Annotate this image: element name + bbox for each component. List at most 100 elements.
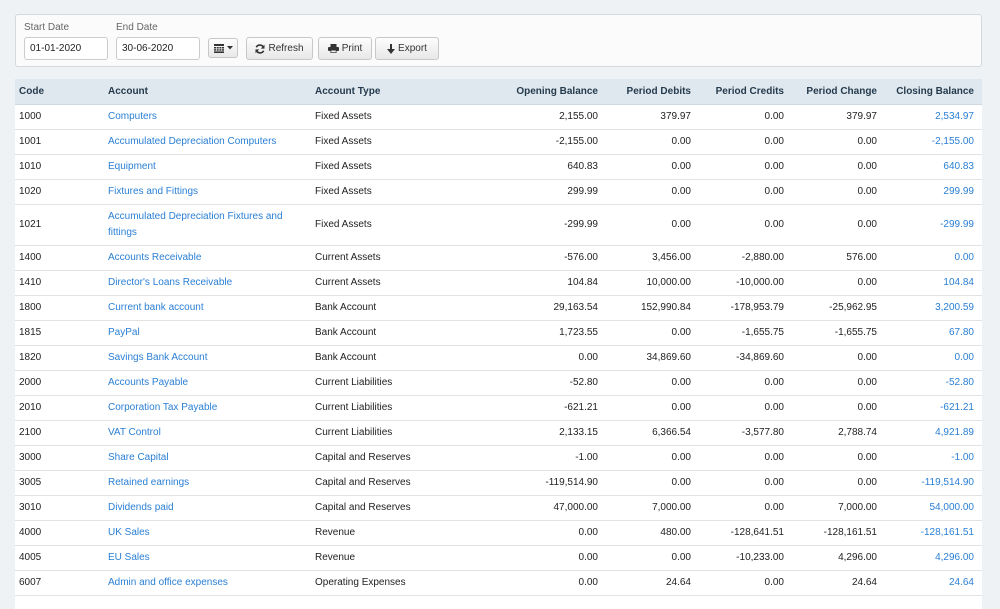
column-header-period-change[interactable]: Period Change xyxy=(792,79,885,105)
closing-balance-link[interactable]: -621.21 xyxy=(940,402,974,413)
cell-code: 3005 xyxy=(15,470,104,496)
start-date-input[interactable]: 01-01-2020 xyxy=(24,37,108,60)
column-header-account-type[interactable]: Account Type xyxy=(311,79,431,105)
cell-account-type: Current Liabilities xyxy=(311,370,431,396)
cell-account: PayPal xyxy=(104,320,311,346)
trial-balance-table-container: Code Account Account Type Opening Balanc… xyxy=(15,79,982,609)
cell-opening-balance: -1.00 xyxy=(431,445,606,471)
cell-period-change: 0.00 xyxy=(792,345,885,371)
closing-balance-link[interactable]: 3,200.59 xyxy=(935,302,974,313)
cell-account: Fixtures and Fittings xyxy=(104,179,311,205)
account-link[interactable]: Corporation Tax Payable xyxy=(108,402,217,413)
cell-code: 1820 xyxy=(15,345,104,371)
print-button[interactable]: Print xyxy=(318,37,372,60)
account-link[interactable]: Current bank account xyxy=(108,302,204,313)
table-row: 3010 Dividends paid Capital and Reserves… xyxy=(15,495,982,521)
closing-balance-link[interactable]: 104.84 xyxy=(943,277,974,288)
refresh-button[interactable]: Refresh xyxy=(246,37,313,60)
cell-closing-balance: -2,155.00 xyxy=(885,129,982,155)
cell-account: Retained earnings xyxy=(104,470,311,496)
account-link[interactable]: Accumulated Depreciation Fixtures and fi… xyxy=(108,211,283,238)
account-link[interactable]: PayPal xyxy=(108,327,140,338)
cell-code: 2100 xyxy=(15,420,104,446)
cell-opening-balance: 2,133.15 xyxy=(431,420,606,446)
closing-balance-link[interactable]: 2,534.97 xyxy=(935,111,974,122)
cell-period-debits: 24.64 xyxy=(606,570,699,596)
column-header-period-credits[interactable]: Period Credits xyxy=(699,79,792,105)
cell-account: UK Sales xyxy=(104,520,311,546)
cell-closing-balance: 0.00 xyxy=(885,345,982,371)
cell-opening-balance: 0.00 xyxy=(431,345,606,371)
closing-balance-link[interactable]: 4,296.00 xyxy=(935,552,974,563)
table-row: 2100 VAT Control Current Liabilities 2,1… xyxy=(15,420,982,446)
cell-period-debits: 0.00 xyxy=(606,445,699,471)
column-header-opening-balance[interactable]: Opening Balance xyxy=(431,79,606,105)
cell-account-type: Bank Account xyxy=(311,320,431,346)
end-date-input[interactable]: 30-06-2020 xyxy=(116,37,200,60)
cell-opening-balance: 47,000.00 xyxy=(431,495,606,521)
cell-period-credits: 0.00 xyxy=(699,570,792,596)
cell-period-change: 0.00 xyxy=(792,370,885,396)
cell-opening-balance: 2,155.00 xyxy=(431,104,606,130)
closing-balance-link[interactable]: 299.99 xyxy=(943,186,974,197)
account-link[interactable]: Accounts Receivable xyxy=(108,252,201,263)
closing-balance-link[interactable]: 4,921.89 xyxy=(935,427,974,438)
print-label: Print xyxy=(341,43,363,54)
account-link[interactable]: Accounts Payable xyxy=(108,377,188,388)
cell-code: 6007 xyxy=(15,570,104,596)
cell-period-change: 24.64 xyxy=(792,570,885,596)
closing-balance-link[interactable]: 0.00 xyxy=(955,252,974,263)
account-link[interactable]: Share Capital xyxy=(108,452,169,463)
account-link[interactable]: Admin and office expenses xyxy=(108,577,228,588)
closing-balance-link[interactable]: 24.64 xyxy=(949,577,974,588)
account-link[interactable]: Director's Loans Receivable xyxy=(108,277,232,288)
closing-balance-link[interactable]: -128,161.51 xyxy=(921,527,974,538)
account-link[interactable]: Equipment xyxy=(108,161,156,172)
cell-code: 1815 xyxy=(15,320,104,346)
cell-code: 3000 xyxy=(15,445,104,471)
closing-balance-link[interactable]: -52.80 xyxy=(946,377,974,388)
account-link[interactable]: Savings Bank Account xyxy=(108,352,208,363)
download-icon xyxy=(387,43,396,54)
export-button[interactable]: Export xyxy=(375,37,439,60)
account-link[interactable]: Retained earnings xyxy=(108,477,189,488)
cell-period-debits: 34,869.60 xyxy=(606,345,699,371)
column-header-period-debits[interactable]: Period Debits xyxy=(606,79,699,105)
account-link[interactable]: Accumulated Depreciation Computers xyxy=(108,136,276,147)
closing-balance-link[interactable]: 67.80 xyxy=(949,327,974,338)
cell-period-debits: 0.00 xyxy=(606,470,699,496)
cell-closing-balance: 24.64 xyxy=(885,570,982,596)
cell-period-change: 0.00 xyxy=(792,154,885,180)
cell-period-change: -1,655.75 xyxy=(792,320,885,346)
closing-balance-link[interactable]: -299.99 xyxy=(940,219,974,230)
closing-balance-link[interactable]: 640.83 xyxy=(943,161,974,172)
cell-closing-balance: 67.80 xyxy=(885,320,982,346)
account-link[interactable]: VAT Control xyxy=(108,427,161,438)
column-header-closing-balance[interactable]: Closing Balance xyxy=(885,79,982,105)
column-header-code[interactable]: Code xyxy=(15,79,104,105)
account-link[interactable]: UK Sales xyxy=(108,527,150,538)
cell-opening-balance: -119,514.90 xyxy=(431,470,606,496)
cell-period-credits: 0.00 xyxy=(699,104,792,130)
cell-opening-balance: -299.99 xyxy=(431,204,606,246)
cell-period-debits: 6,366.54 xyxy=(606,420,699,446)
column-header-account[interactable]: Account xyxy=(104,79,311,105)
closing-balance-link[interactable]: 0.00 xyxy=(955,352,974,363)
cell-code: 4000 xyxy=(15,520,104,546)
table-row: 4005 EU Sales Revenue 0.00 0.00 -10,233.… xyxy=(15,545,982,571)
account-link[interactable]: Computers xyxy=(108,111,157,122)
cell-closing-balance: 0.00 xyxy=(885,245,982,271)
cell-account-type: Revenue xyxy=(311,545,431,571)
closing-balance-link[interactable]: -2,155.00 xyxy=(932,136,974,147)
closing-balance-link[interactable]: 54,000.00 xyxy=(930,502,975,513)
table-row: 1000 Computers Fixed Assets 2,155.00 379… xyxy=(15,104,982,130)
cell-period-debits: 0.00 xyxy=(606,204,699,246)
cell-period-change: 0.00 xyxy=(792,445,885,471)
closing-balance-link[interactable]: -1.00 xyxy=(951,452,974,463)
caret-down-icon xyxy=(226,46,233,50)
account-link[interactable]: Fixtures and Fittings xyxy=(108,186,198,197)
date-range-dropdown-button[interactable] xyxy=(208,38,238,58)
account-link[interactable]: EU Sales xyxy=(108,552,150,563)
closing-balance-link[interactable]: -119,514.90 xyxy=(921,477,974,488)
account-link[interactable]: Dividends paid xyxy=(108,502,174,513)
